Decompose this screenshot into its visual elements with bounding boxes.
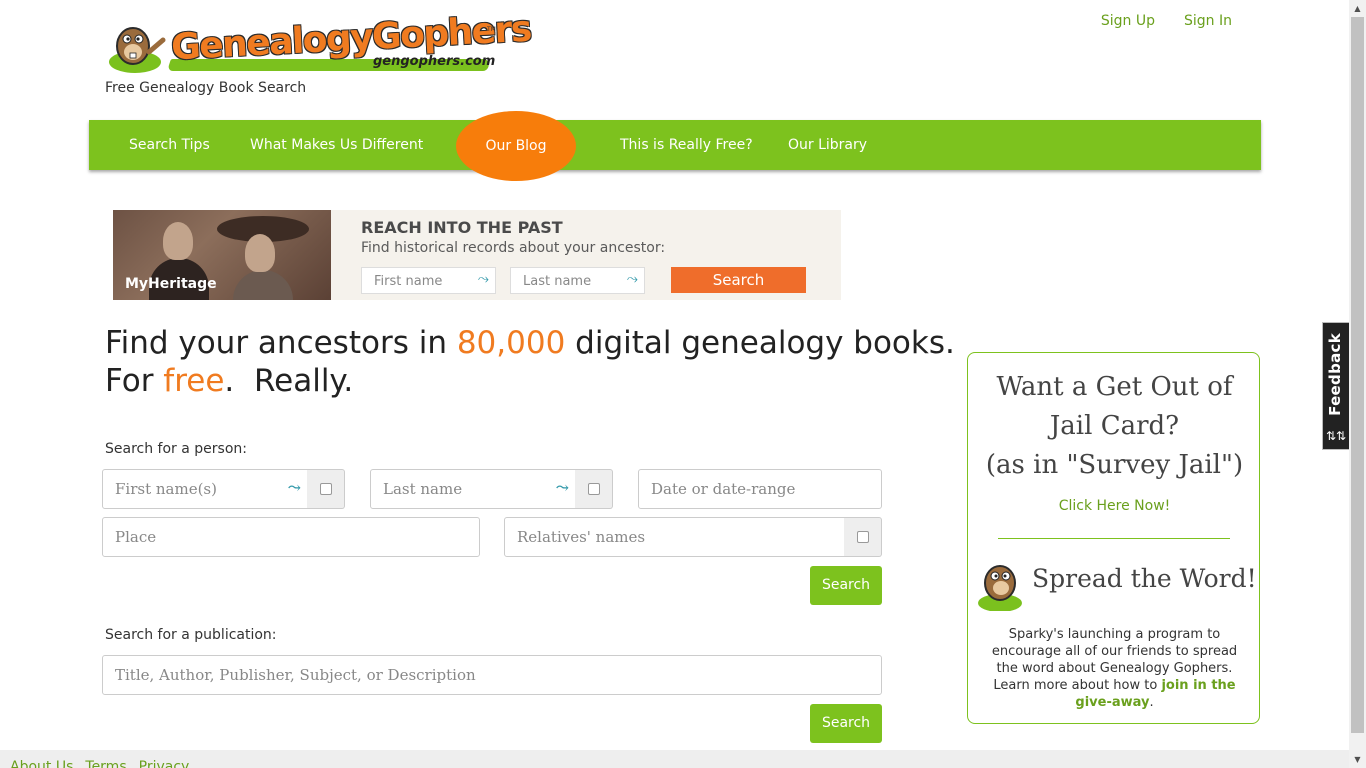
first-name-input[interactable]: First name(s) ⤳ xyxy=(102,469,308,509)
ad-last-name-input[interactable]: Last name ⤳ xyxy=(510,267,645,294)
nav-search-tips[interactable]: Search Tips xyxy=(129,120,210,170)
scroll-down-icon[interactable]: ▼ xyxy=(1349,751,1366,768)
first-name-exact-checkbox[interactable] xyxy=(307,469,345,509)
myheritage-ad-banner[interactable]: MyHeritage REACH INTO THE PAST Find hist… xyxy=(113,210,841,300)
gopher-mascot-icon xyxy=(109,27,166,73)
trademark-mark: TM xyxy=(487,26,496,33)
autocomplete-icon: ⤳ xyxy=(555,478,569,497)
sign-in-link[interactable]: Sign In xyxy=(1184,13,1232,29)
last-name-input[interactable]: Last name ⤳ xyxy=(370,469,576,509)
sidebar-divider xyxy=(998,538,1230,539)
person-search-label: Search for a person: xyxy=(105,441,247,457)
feedback-tab[interactable]: Feedback ⇅⇅ xyxy=(1322,322,1350,450)
relatives-exact-checkbox[interactable] xyxy=(844,517,882,557)
ad-heading: REACH INTO THE PAST xyxy=(361,218,563,237)
date-range-input[interactable]: Date or date-range xyxy=(638,469,882,509)
publication-search-button[interactable]: Search xyxy=(810,704,882,743)
survey-jail-heading: Want a Get Out of Jail Card? (as in "Sur… xyxy=(985,372,1244,480)
footer: About Us Terms Privacy xyxy=(0,750,1349,768)
account-links: Sign Up Sign In xyxy=(1101,13,1232,29)
feedback-label: Feedback xyxy=(1326,333,1344,416)
nav-what-makes-us-different[interactable]: What Makes Us Different xyxy=(250,120,423,170)
main-nav: Search Tips What Makes Us Different Our … xyxy=(89,111,1261,181)
click-here-link[interactable]: Click Here Now! xyxy=(968,498,1261,514)
last-name-exact-checkbox[interactable] xyxy=(575,469,613,509)
spread-the-word-heading: Spread the Word! xyxy=(1032,564,1257,593)
site-logo[interactable]: GenealogyGophers TM gengophers.com xyxy=(105,9,532,76)
publication-search-label: Search for a publication: xyxy=(105,627,277,643)
book-count: 80,000 xyxy=(456,325,566,361)
autocomplete-icon: ⤳ xyxy=(477,271,489,287)
site-tagline: Free Genealogy Book Search xyxy=(105,80,307,96)
relatives-input[interactable]: Relatives' names xyxy=(504,517,845,557)
nav-this-is-really-free[interactable]: This is Really Free? xyxy=(620,120,753,170)
nav-our-blog[interactable]: Our Blog xyxy=(456,111,576,181)
page-scrollbar[interactable]: ▲ ▼ xyxy=(1349,0,1366,768)
footer-privacy-link[interactable]: Privacy xyxy=(139,759,190,768)
place-input[interactable]: Place xyxy=(102,517,480,557)
sign-up-link[interactable]: Sign Up xyxy=(1101,13,1155,29)
publication-search-input[interactable]: Title, Author, Publisher, Subject, or De… xyxy=(102,655,882,695)
gopher-mascot-icon xyxy=(978,565,1022,611)
sidebar-promo: Want a Get Out of Jail Card? (as in "Sur… xyxy=(967,352,1260,724)
ad-photo: MyHeritage xyxy=(113,210,331,300)
footer-about-link[interactable]: About Us xyxy=(10,759,73,768)
footer-terms-link[interactable]: Terms xyxy=(85,759,126,768)
person-search-button[interactable]: Search xyxy=(810,566,882,605)
scroll-up-icon[interactable]: ▲ xyxy=(1349,0,1366,17)
scrollbar-thumb[interactable] xyxy=(1351,17,1364,733)
giveaway-description: Sparky's launching a program to encourag… xyxy=(991,627,1238,710)
logo-domain: gengophers.com xyxy=(373,54,496,69)
ad-subheading: Find historical records about your ances… xyxy=(361,240,666,256)
free-highlight: free xyxy=(163,363,225,399)
ad-first-name-input[interactable]: First name ⤳ xyxy=(361,267,496,294)
nav-our-library[interactable]: Our Library xyxy=(788,120,867,170)
autocomplete-icon: ⤳ xyxy=(287,478,301,497)
ad-search-button[interactable]: Search xyxy=(671,267,806,293)
sort-icon: ⇅⇅ xyxy=(1326,429,1347,443)
autocomplete-icon: ⤳ xyxy=(626,271,638,287)
hero-headline: Find your ancestors in 80,000 digital ge… xyxy=(105,325,955,399)
myheritage-logo: MyHeritage xyxy=(125,276,217,292)
